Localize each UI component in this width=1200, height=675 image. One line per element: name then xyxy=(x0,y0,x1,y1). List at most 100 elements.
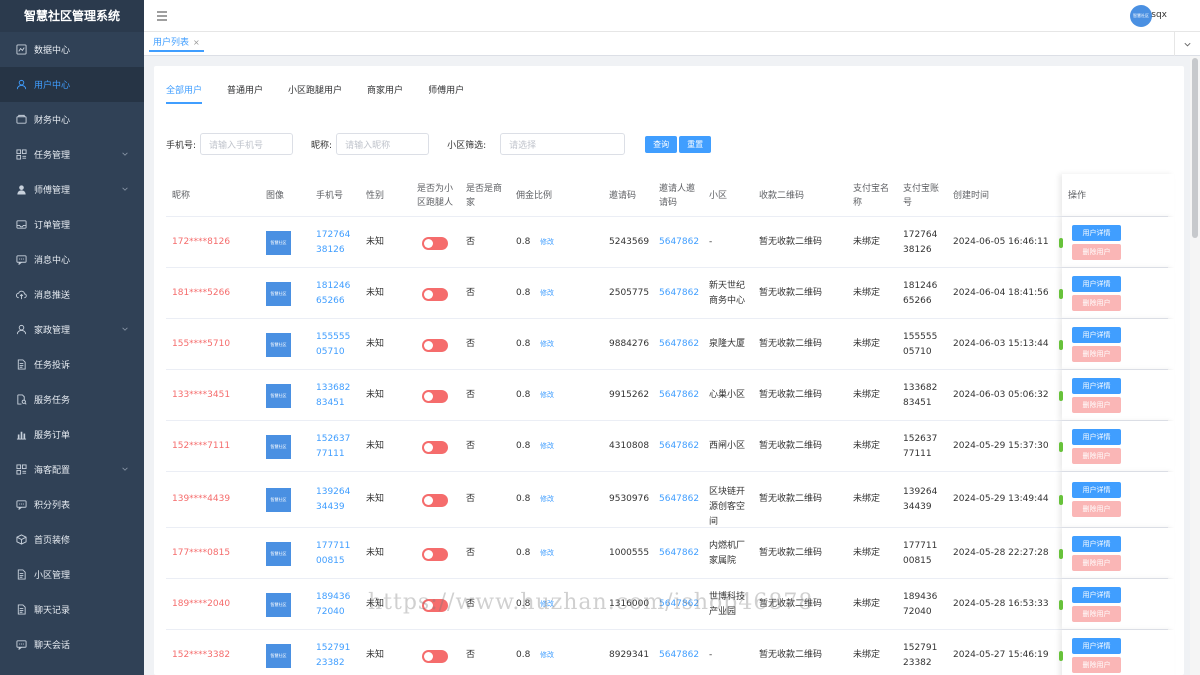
runner-toggle[interactable] xyxy=(422,649,448,663)
user-detail-button[interactable]: 用户详情 xyxy=(1072,377,1121,394)
gender-cell: 未知 xyxy=(366,236,385,247)
tab-1[interactable]: 普通用户 xyxy=(227,82,263,104)
sidebar-item-label: 服务订单 xyxy=(34,431,71,441)
edit-commission-link[interactable]: 修改 xyxy=(540,388,554,403)
tab-2[interactable]: 小区跑腿用户 xyxy=(288,82,342,104)
sidebar-item-10[interactable]: 服务任务 xyxy=(0,382,144,417)
edit-commission-link[interactable]: 修改 xyxy=(540,235,554,250)
user-avatar-image: 智慧社区 xyxy=(266,230,291,255)
runner-toggle[interactable] xyxy=(422,236,448,250)
delete-user-button[interactable]: 删除用户 xyxy=(1072,605,1121,622)
nick-input[interactable]: 请输入昵称 xyxy=(336,133,430,155)
sidebar-item-13[interactable]: 积分列表 xyxy=(0,487,144,522)
status-indicator xyxy=(1059,441,1063,452)
nick-cell[interactable]: 155****5710 xyxy=(172,337,230,352)
delete-user-button[interactable]: 删除用户 xyxy=(1072,243,1121,260)
edit-commission-link[interactable]: 修改 xyxy=(540,546,554,561)
inviter-code-cell: 5647862 xyxy=(659,547,700,558)
edit-commission-link[interactable]: 修改 xyxy=(540,492,554,507)
user-detail-button[interactable]: 用户详情 xyxy=(1072,482,1121,498)
nick-cell[interactable]: 172****8126 xyxy=(172,235,230,250)
runner-toggle[interactable] xyxy=(422,440,448,454)
edit-commission-link[interactable]: 修改 xyxy=(540,286,554,301)
chevron-down-icon[interactable] xyxy=(1174,32,1200,56)
sidebar-item-0[interactable]: 数据中心 xyxy=(0,32,144,67)
filter-bar: 手机号: 请输入手机号 昵称: 请输入昵称 小区筛选: 请选择 查询 重置 xyxy=(166,132,712,156)
nick-cell[interactable]: 181****5266 xyxy=(172,286,230,301)
sidebar-item-5[interactable]: 订单管理 xyxy=(0,207,144,242)
edit-commission-link[interactable]: 修改 xyxy=(540,337,554,352)
search-button[interactable]: 查询 xyxy=(645,135,678,153)
delete-user-button[interactable]: 删除用户 xyxy=(1072,501,1121,517)
sidebar-item-9[interactable]: 任务投诉 xyxy=(0,347,144,382)
ops-cell: 用户详情 删除用户 xyxy=(1062,579,1174,629)
tab-3[interactable]: 商家用户 xyxy=(367,82,403,104)
sidebar-item-8[interactable]: 家政管理 xyxy=(0,312,144,347)
ops-cell: 用户详情 删除用户 xyxy=(1062,528,1174,578)
user-detail-button[interactable]: 用户详情 xyxy=(1072,275,1121,292)
tab-4[interactable]: 师傅用户 xyxy=(428,82,464,104)
created-time-cell: 2024-06-05 16:46:11 xyxy=(953,236,1049,247)
alipay-name-cell: 未绑定 xyxy=(853,494,881,504)
delete-user-button[interactable]: 删除用户 xyxy=(1072,447,1121,464)
delete-user-button[interactable]: 删除用户 xyxy=(1072,396,1121,413)
runner-toggle[interactable] xyxy=(422,389,448,403)
community-select[interactable]: 请选择 xyxy=(500,133,626,155)
nick-cell[interactable]: 152****7111 xyxy=(172,439,230,454)
th-alipay-account: 支付宝账号 xyxy=(903,184,940,208)
phone-input[interactable]: 请输入手机号 xyxy=(200,133,294,155)
sidebar-item-6[interactable]: 消息中心 xyxy=(0,242,144,277)
tag-user-list[interactable]: 用户列表 × xyxy=(149,36,204,52)
user-detail-button[interactable]: 用户详情 xyxy=(1072,224,1121,241)
sidebar-item-2[interactable]: 财务中心 xyxy=(0,102,144,137)
runner-toggle[interactable] xyxy=(422,547,448,561)
page-scrollbar[interactable] xyxy=(1190,56,1200,675)
sidebar-item-label: 小区管理 xyxy=(34,571,71,581)
sidebar-item-1[interactable]: 用户中心 xyxy=(0,67,144,102)
delete-user-button[interactable]: 删除用户 xyxy=(1072,554,1121,571)
sidebar-item-14[interactable]: 首页装修 xyxy=(0,522,144,557)
chevron-down-icon xyxy=(122,187,128,191)
user-detail-button[interactable]: 用户详情 xyxy=(1072,586,1121,603)
sidebar-item-4[interactable]: 师傅管理 xyxy=(0,172,144,207)
delete-user-button[interactable]: 删除用户 xyxy=(1072,656,1121,673)
sidebar-item-17[interactable]: 聊天会话 xyxy=(0,627,144,662)
user-detail-button[interactable]: 用户详情 xyxy=(1072,428,1121,445)
alipay-name-cell: 未绑定 xyxy=(853,236,881,247)
status-indicator xyxy=(1059,495,1063,505)
sidebar-item-16[interactable]: 聊天记录 xyxy=(0,592,144,627)
merchant-cell: 否 xyxy=(466,287,476,298)
username[interactable]: sqx xyxy=(1151,10,1167,20)
created-time-cell: 2024-06-03 15:13:44 xyxy=(953,338,1049,349)
user-detail-button[interactable]: 用户详情 xyxy=(1072,535,1121,552)
edit-commission-link[interactable]: 修改 xyxy=(540,439,554,454)
delete-user-button[interactable]: 删除用户 xyxy=(1072,345,1121,362)
qrcode-cell: 暂无收款二维码 xyxy=(759,494,823,504)
alipay-name-cell: 未绑定 xyxy=(853,389,881,400)
merchant-cell: 否 xyxy=(466,547,476,558)
runner-toggle[interactable] xyxy=(422,287,448,301)
nick-cell[interactable]: 133****3451 xyxy=(172,388,230,403)
sidebar-item-15[interactable]: 小区管理 xyxy=(0,557,144,592)
user-detail-button[interactable]: 用户详情 xyxy=(1072,326,1121,343)
nick-cell[interactable]: 189****2040 xyxy=(172,597,230,612)
sidebar-item-12[interactable]: 海客配置 xyxy=(0,452,144,487)
sidebar-item-3[interactable]: 任务管理 xyxy=(0,137,144,172)
edit-commission-link[interactable]: 修改 xyxy=(540,648,554,663)
avatar[interactable]: 智慧社区 xyxy=(1130,5,1152,27)
sidebar-item-7[interactable]: 消息推送 xyxy=(0,277,144,312)
close-icon[interactable]: × xyxy=(193,36,200,50)
tab-0[interactable]: 全部用户 xyxy=(166,82,203,104)
alipay-account-cell: 17771100815 xyxy=(903,540,938,566)
hamburger-icon[interactable] xyxy=(156,10,168,22)
sidebar-item-11[interactable]: 服务订单 xyxy=(0,417,144,452)
delete-user-button[interactable]: 删除用户 xyxy=(1072,294,1121,311)
runner-toggle[interactable] xyxy=(422,494,448,507)
nick-cell[interactable]: 177****0815 xyxy=(172,546,230,561)
scrollbar-thumb[interactable] xyxy=(1192,58,1198,238)
nick-cell[interactable]: 139****4439 xyxy=(172,492,230,507)
nick-cell[interactable]: 152****3382 xyxy=(172,648,230,663)
user-detail-button[interactable]: 用户详情 xyxy=(1072,637,1121,654)
reset-button[interactable]: 重置 xyxy=(679,135,712,153)
runner-toggle[interactable] xyxy=(422,338,448,352)
